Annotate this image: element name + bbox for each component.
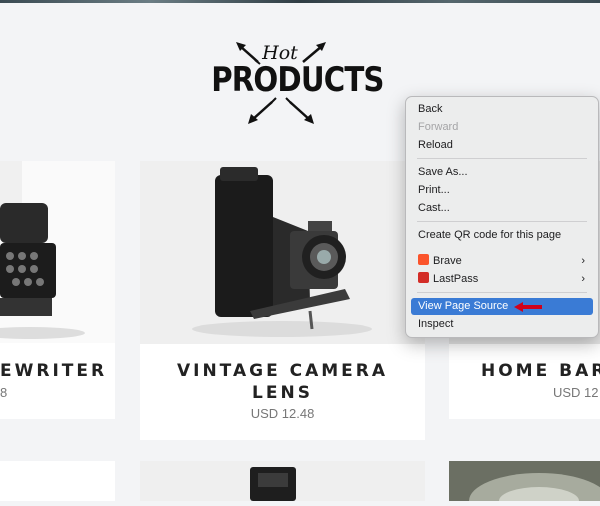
product-title[interactable]: EWRITER (0, 360, 115, 382)
product-card[interactable] (140, 461, 425, 501)
menu-item-lastpass[interactable]: LastPass › (411, 271, 593, 288)
hot-products-logo[interactable]: Hot PRODUCTS (200, 38, 384, 130)
chevron-right-icon: › (581, 273, 585, 285)
top-banner-strip (0, 0, 600, 3)
typewriter-icon (0, 161, 85, 339)
menu-item-label: Forward (418, 121, 459, 133)
menu-item-back[interactable]: Back (411, 101, 593, 118)
menu-item-label: Reload (418, 139, 453, 151)
menu-item-forward[interactable]: Forward (411, 119, 593, 136)
menu-item-label: Print... (418, 184, 450, 196)
menu-item-save-as[interactable]: Save As... (411, 164, 593, 181)
product-title[interactable]: HOME BAR (449, 360, 600, 382)
menu-item-create-qr[interactable]: Create QR code for this page (411, 227, 593, 244)
menu-item-label: Inspect (418, 318, 454, 330)
chevron-right-icon: › (581, 255, 585, 267)
browser-context-menu: Back Forward Reload Save As... Print... … (405, 96, 599, 338)
product-price: 8 (0, 385, 8, 400)
menu-item-cast[interactable]: Cast... (411, 200, 593, 217)
menu-item-label: Save As... (418, 166, 468, 178)
menu-item-label: LastPass (433, 273, 479, 285)
product-image-record-player[interactable] (449, 461, 600, 506)
menu-item-inspect[interactable]: Inspect (411, 316, 593, 333)
product-card[interactable]: VINTAGE CAMERA LENS USD 12.48 (140, 161, 425, 440)
menu-separator (417, 292, 587, 293)
folding-camera-icon (192, 167, 372, 337)
menu-item-label: Back (418, 103, 443, 115)
product-price: USD 12.48 (250, 406, 315, 421)
product-image-camera[interactable] (140, 161, 425, 344)
brave-lion-icon (418, 254, 429, 265)
menu-item-label: Brave (433, 255, 462, 267)
menu-item-reload[interactable]: Reload (411, 137, 593, 154)
logo-wordmark: PRODUCTS (211, 60, 384, 100)
product-card[interactable] (0, 461, 115, 501)
menu-item-view-page-source[interactable]: View Page Source (411, 298, 593, 315)
product-image-typewriter[interactable] (0, 161, 115, 343)
menu-separator (417, 221, 587, 222)
menu-item-label: Create QR code for this page (418, 229, 562, 241)
product-card[interactable]: EWRITER 8 (0, 161, 115, 419)
product-card[interactable] (449, 461, 600, 506)
menu-item-print[interactable]: Print... (411, 182, 593, 199)
menu-item-label: Cast... (418, 202, 450, 214)
menu-item-label: View Page Source (418, 300, 509, 312)
menu-item-brave[interactable]: Brave › (411, 253, 593, 270)
menu-separator (417, 158, 587, 159)
lastpass-icon (418, 272, 429, 283)
product-image-tlr-camera[interactable] (140, 461, 425, 501)
product-title[interactable]: VINTAGE CAMERA LENS (140, 360, 425, 404)
red-pointer-arrow-icon (514, 302, 542, 312)
product-price: USD 12 (553, 385, 599, 400)
